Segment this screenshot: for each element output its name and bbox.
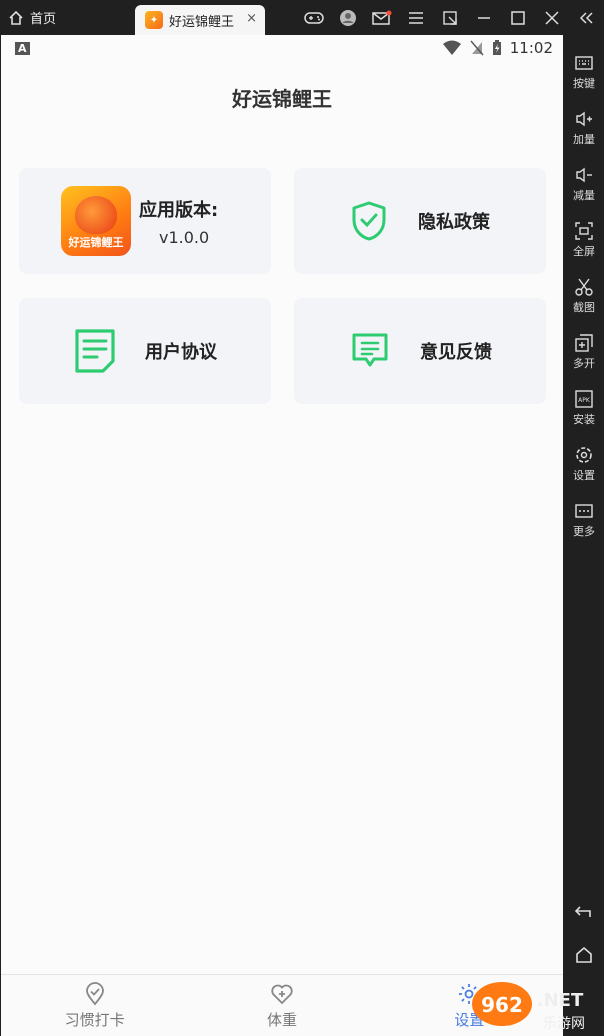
- sidebar-fullscreen-label: 全屏: [573, 245, 595, 258]
- checkin-icon: [85, 981, 104, 1005]
- scissors-icon: [575, 278, 593, 296]
- watermark-number: 962: [481, 993, 523, 1017]
- android-home-icon: [576, 946, 592, 963]
- version-info: 应用版本: v1.0.0: [139, 196, 218, 247]
- sidebar-screenshot-label: 截图: [573, 301, 595, 314]
- mail-icon[interactable]: [372, 8, 392, 28]
- apk-icon: APK: [575, 390, 593, 408]
- feedback-label: 意见反馈: [420, 342, 492, 363]
- shrink-icon[interactable]: [440, 8, 460, 28]
- home-icon: [9, 10, 23, 25]
- battery-icon: [492, 40, 501, 55]
- menu-icon[interactable]: [406, 8, 426, 28]
- back-icon: [574, 906, 591, 917]
- no-signal-icon: [470, 40, 484, 56]
- koi-fish-icon: [75, 196, 117, 234]
- status-right: 11:02: [442, 39, 553, 57]
- sidebar-settings-label: 设置: [573, 469, 595, 482]
- heart-plus-icon: [271, 984, 293, 1004]
- app-logo-text: 好运锦鲤王: [68, 236, 124, 249]
- page-title: 好运锦鲤王: [232, 87, 332, 111]
- feedback-card[interactable]: 意见反馈: [294, 298, 546, 404]
- account-icon[interactable]: [338, 8, 358, 28]
- sidebar-settings[interactable]: 设置: [564, 445, 604, 483]
- sidebar-more-label: 更多: [573, 525, 595, 538]
- nav-weight-label: 体重: [266, 1010, 297, 1029]
- app-logo: 好运锦鲤王: [61, 186, 131, 256]
- fullscreen-icon: [575, 222, 593, 240]
- sidebar-back[interactable]: [564, 901, 604, 923]
- app-tab[interactable]: ✦ 好运锦鲤王 ×: [135, 5, 265, 35]
- sidebar-fullscreen[interactable]: 全屏: [564, 221, 604, 259]
- tab-close-icon[interactable]: ×: [246, 11, 257, 26]
- privacy-policy-card[interactable]: 隐私政策: [294, 168, 546, 274]
- shield-check-icon: [352, 201, 386, 241]
- app-tab-label: 好运锦鲤王: [169, 14, 235, 30]
- keyboard-icon: [575, 56, 593, 70]
- sidebar-home[interactable]: [564, 945, 604, 967]
- sidebar-keys[interactable]: 按键: [564, 53, 604, 91]
- user-agreement-card[interactable]: 用户协议: [19, 298, 271, 404]
- watermark-logo: 962 .NET 乐游网: [464, 976, 604, 1036]
- sidebar-volume-down[interactable]: 减量: [564, 165, 604, 203]
- svg-text:APK: APK: [578, 397, 591, 404]
- message-icon: [352, 333, 388, 367]
- sidebar-multi-open[interactable]: 多开: [564, 333, 604, 371]
- gear-icon: [576, 447, 592, 463]
- emulator-titlebar: 首页 ✦ 好运锦鲤王 ×: [0, 0, 604, 35]
- close-icon[interactable]: [542, 8, 562, 28]
- volume-down-icon: [576, 167, 592, 183]
- phone-screen: A 11:02 好运锦鲤王 好运锦鲤王 应用版本: v1.0.0 隐私政策 用户…: [1, 35, 563, 1036]
- watermark-site: 乐游网: [543, 1016, 585, 1032]
- watermark-net: .NET: [537, 990, 584, 1011]
- multi-open-icon: [575, 334, 593, 352]
- sidebar-more[interactable]: 更多: [564, 501, 604, 539]
- sidebar-install-label: 安装: [573, 413, 595, 426]
- status-bar: A 11:02: [1, 35, 563, 61]
- sidebar-screenshot[interactable]: 截图: [564, 277, 604, 315]
- version-card: 好运锦鲤王 应用版本: v1.0.0: [19, 168, 271, 274]
- home-tab[interactable]: 首页: [8, 0, 56, 35]
- sidebar-volume-up[interactable]: 加量: [564, 109, 604, 147]
- app-tab-icon: ✦: [145, 11, 163, 29]
- nav-habit-label: 习惯打卡: [64, 1010, 125, 1029]
- sidebar-keys-label: 按键: [573, 77, 595, 90]
- wifi-icon: [442, 40, 461, 55]
- sidebar-multi-open-label: 多开: [573, 357, 595, 370]
- sidebar-volume-down-label: 减量: [573, 189, 595, 202]
- user-agreement-label: 用户协议: [145, 342, 217, 363]
- document-icon: [75, 329, 115, 373]
- nav-weight[interactable]: 体重: [188, 975, 375, 1036]
- emulator-window: 首页 ✦ 好运锦鲤王 × A 11:02 好运锦鲤王 好运锦鲤王 应用版本: v…: [0, 0, 604, 1036]
- volume-up-icon: [576, 111, 592, 127]
- emulator-sidebar: 按键 加量 减量 全屏 截图 多开 APK 安装 设置 更多: [564, 35, 604, 1036]
- gamepad-icon[interactable]: [304, 8, 324, 28]
- sidebar-volume-up-label: 加量: [573, 133, 595, 146]
- minimize-icon[interactable]: [474, 8, 494, 28]
- home-tab-label: 首页: [30, 12, 57, 27]
- more-icon: [575, 504, 593, 518]
- input-method-indicator: A: [15, 41, 30, 55]
- sidebar-install[interactable]: APK 安装: [564, 389, 604, 427]
- privacy-policy-label: 隐私政策: [418, 212, 490, 233]
- version-value: v1.0.0: [159, 227, 210, 247]
- status-time: 11:02: [509, 39, 553, 57]
- title-actions: [304, 0, 596, 35]
- nav-habit-checkin[interactable]: 习惯打卡: [1, 975, 188, 1036]
- maximize-icon[interactable]: [508, 8, 528, 28]
- version-label: 应用版本:: [139, 199, 219, 221]
- collapse-sidebar-icon[interactable]: [576, 8, 596, 28]
